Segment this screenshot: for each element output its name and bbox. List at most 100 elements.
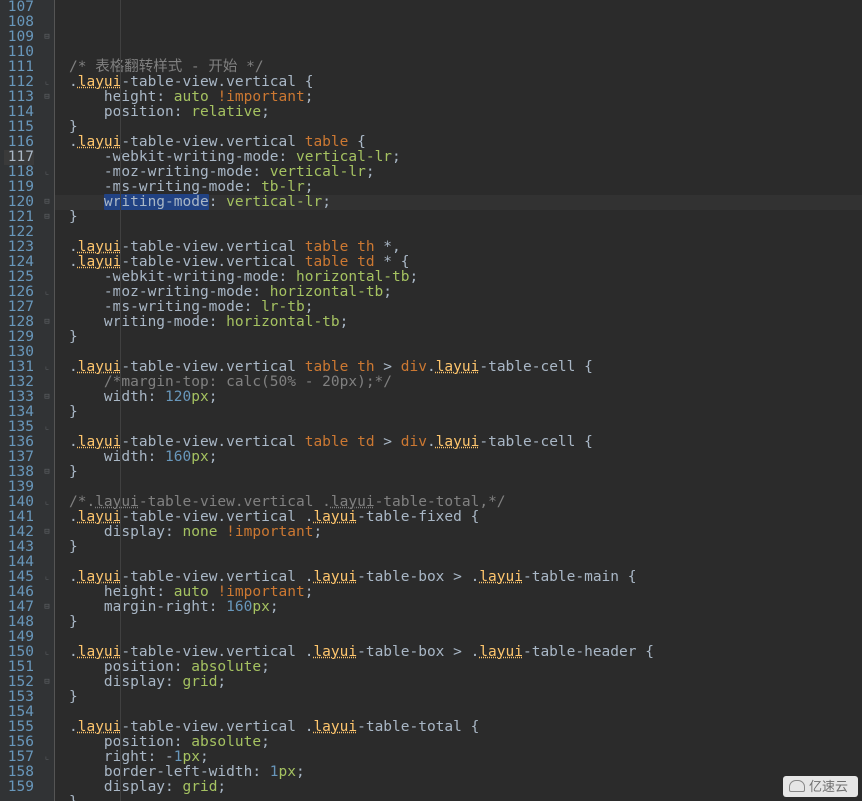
code-line[interactable]: .layui-table-view.vertical table th *, — [55, 240, 862, 255]
code-line[interactable] — [55, 45, 862, 60]
line-number[interactable]: 141 — [4, 510, 34, 525]
line-number[interactable]: 154 — [4, 705, 34, 720]
line-number[interactable]: 108 — [4, 15, 34, 30]
code-line[interactable]: .layui-table-view.vertical .layui-table-… — [55, 570, 862, 585]
line-number[interactable]: 155 — [4, 720, 34, 735]
code-line[interactable]: -webkit-writing-mode: horizontal-tb; — [55, 270, 862, 285]
line-number[interactable]: 131 — [4, 360, 34, 375]
code-line[interactable]: } — [55, 210, 862, 225]
code-line[interactable]: } — [55, 540, 862, 555]
code-line[interactable]: .layui-table-view.vertical table { — [55, 135, 862, 150]
code-line[interactable]: .layui-table-view.vertical { — [55, 75, 862, 90]
code-line[interactable]: -webkit-writing-mode: vertical-lr; — [55, 150, 862, 165]
fold-close-icon[interactable]: ⌞ — [40, 75, 54, 90]
code-line[interactable]: -ms-writing-mode: lr-tb; — [55, 300, 862, 315]
line-number[interactable]: 148 — [4, 615, 34, 630]
line-number[interactable]: 120 — [4, 195, 34, 210]
code-line[interactable]: margin-right: 160px; — [55, 600, 862, 615]
line-number[interactable]: 136 — [4, 435, 34, 450]
line-number[interactable]: 133 — [4, 390, 34, 405]
code-line[interactable] — [55, 345, 862, 360]
fold-open-icon[interactable]: ⊟ — [40, 210, 54, 225]
code-line[interactable] — [55, 225, 862, 240]
fold-open-icon[interactable]: ⊟ — [40, 675, 54, 690]
line-number[interactable]: 115 — [4, 120, 34, 135]
code-line[interactable]: right: -1px; — [55, 750, 862, 765]
fold-close-icon[interactable]: ⌞ — [40, 645, 54, 660]
code-line[interactable]: } — [55, 690, 862, 705]
line-number[interactable]: 116 — [4, 135, 34, 150]
line-number[interactable]: 152 — [4, 675, 34, 690]
line-number[interactable]: 140 — [4, 495, 34, 510]
line-number[interactable]: 132 — [4, 375, 34, 390]
fold-open-icon[interactable]: ⊟ — [40, 390, 54, 405]
code-line[interactable]: position: absolute; — [55, 735, 862, 750]
code-line[interactable]: height: auto !important; — [55, 90, 862, 105]
line-number[interactable]: 145 — [4, 570, 34, 585]
code-line[interactable]: border-left-width: 1px; — [55, 765, 862, 780]
line-number[interactable]: 146 — [4, 585, 34, 600]
fold-open-icon[interactable]: ⊟ — [40, 90, 54, 105]
code-line[interactable]: .layui-table-view.vertical .layui-table-… — [55, 510, 862, 525]
fold-open-icon[interactable]: ⊟ — [40, 30, 54, 45]
line-number[interactable]: 107 — [4, 0, 34, 15]
code-line[interactable]: .layui-table-view.vertical table td * { — [55, 255, 862, 270]
line-number[interactable]: 156 — [4, 735, 34, 750]
line-number[interactable]: 126 — [4, 285, 34, 300]
code-line[interactable]: height: auto !important; — [55, 585, 862, 600]
code-line[interactable]: display: grid; — [55, 675, 862, 690]
line-number[interactable]: 142 — [4, 525, 34, 540]
code-line[interactable]: width: 160px; — [55, 450, 862, 465]
fold-close-icon[interactable]: ⌞ — [40, 360, 54, 375]
fold-open-icon[interactable]: ⊟ — [40, 600, 54, 615]
code-line[interactable]: } — [55, 465, 862, 480]
line-number[interactable]: 134 — [4, 405, 34, 420]
fold-close-icon[interactable]: ⌞ — [40, 570, 54, 585]
code-line[interactable] — [55, 630, 862, 645]
code-line[interactable]: } — [55, 615, 862, 630]
line-number[interactable]: 124 — [4, 255, 34, 270]
line-number[interactable]: 119 — [4, 180, 34, 195]
code-line[interactable]: writing-mode: vertical-lr; — [55, 195, 862, 210]
line-number[interactable]: 150 — [4, 645, 34, 660]
line-number[interactable]: 135 — [4, 420, 34, 435]
code-line[interactable]: position: absolute; — [55, 660, 862, 675]
line-number[interactable]: 159 — [4, 780, 34, 795]
line-number[interactable]: 114 — [4, 105, 34, 120]
line-number[interactable]: 125 — [4, 270, 34, 285]
line-number[interactable]: 138 — [4, 465, 34, 480]
code-line[interactable]: position: relative; — [55, 105, 862, 120]
code-line[interactable]: -moz-writing-mode: horizontal-tb; — [55, 285, 862, 300]
fold-close-icon[interactable]: ⌞ — [40, 495, 54, 510]
fold-gutter[interactable]: ⊟⌞⊟⌞⊟⊟⌞⊟⌞⊟⌞⊟⌞⊟⌞⊟⌞⊟⌞ — [40, 0, 55, 801]
line-number[interactable]: 111 — [4, 60, 34, 75]
fold-close-icon[interactable]: ⌞ — [40, 750, 54, 765]
code-line[interactable]: -ms-writing-mode: tb-lr; — [55, 180, 862, 195]
code-line[interactable]: .layui-table-view.vertical .layui-table-… — [55, 720, 862, 735]
fold-open-icon[interactable]: ⊟ — [40, 315, 54, 330]
line-number[interactable]: 137 — [4, 450, 34, 465]
code-line[interactable] — [55, 420, 862, 435]
code-editor[interactable]: 1071081091101111121131141151161171181191… — [0, 0, 862, 801]
line-number[interactable]: 110 — [4, 45, 34, 60]
code-line[interactable]: writing-mode: horizontal-tb; — [55, 315, 862, 330]
line-number[interactable]: 147 — [4, 600, 34, 615]
line-number[interactable]: 121 — [4, 210, 34, 225]
code-line[interactable]: } — [55, 405, 862, 420]
fold-open-icon[interactable]: ⊟ — [40, 525, 54, 540]
line-number[interactable]: 123 — [4, 240, 34, 255]
line-number[interactable]: 109 — [4, 30, 34, 45]
line-number[interactable]: 149 — [4, 630, 34, 645]
code-line[interactable]: /*.layui-table-view.vertical .layui-tabl… — [55, 495, 862, 510]
code-line[interactable]: /* 表格翻转样式 - 开始 */ — [55, 60, 862, 75]
line-number[interactable]: 117 — [4, 150, 34, 165]
fold-open-icon[interactable]: ⊟ — [40, 465, 54, 480]
line-number[interactable]: 129 — [4, 330, 34, 345]
code-area[interactable]: /* 表格翻转样式 - 开始 */.layui-table-view.verti… — [55, 0, 862, 801]
line-number-gutter[interactable]: 1071081091101111121131141151161171181191… — [0, 0, 40, 801]
code-line[interactable]: .layui-table-view.vertical table th > di… — [55, 360, 862, 375]
code-line[interactable] — [55, 705, 862, 720]
code-line[interactable]: /*margin-top: calc(50% - 20px);*/ — [55, 375, 862, 390]
code-line[interactable]: } — [55, 795, 862, 801]
code-line[interactable]: -moz-writing-mode: vertical-lr; — [55, 165, 862, 180]
